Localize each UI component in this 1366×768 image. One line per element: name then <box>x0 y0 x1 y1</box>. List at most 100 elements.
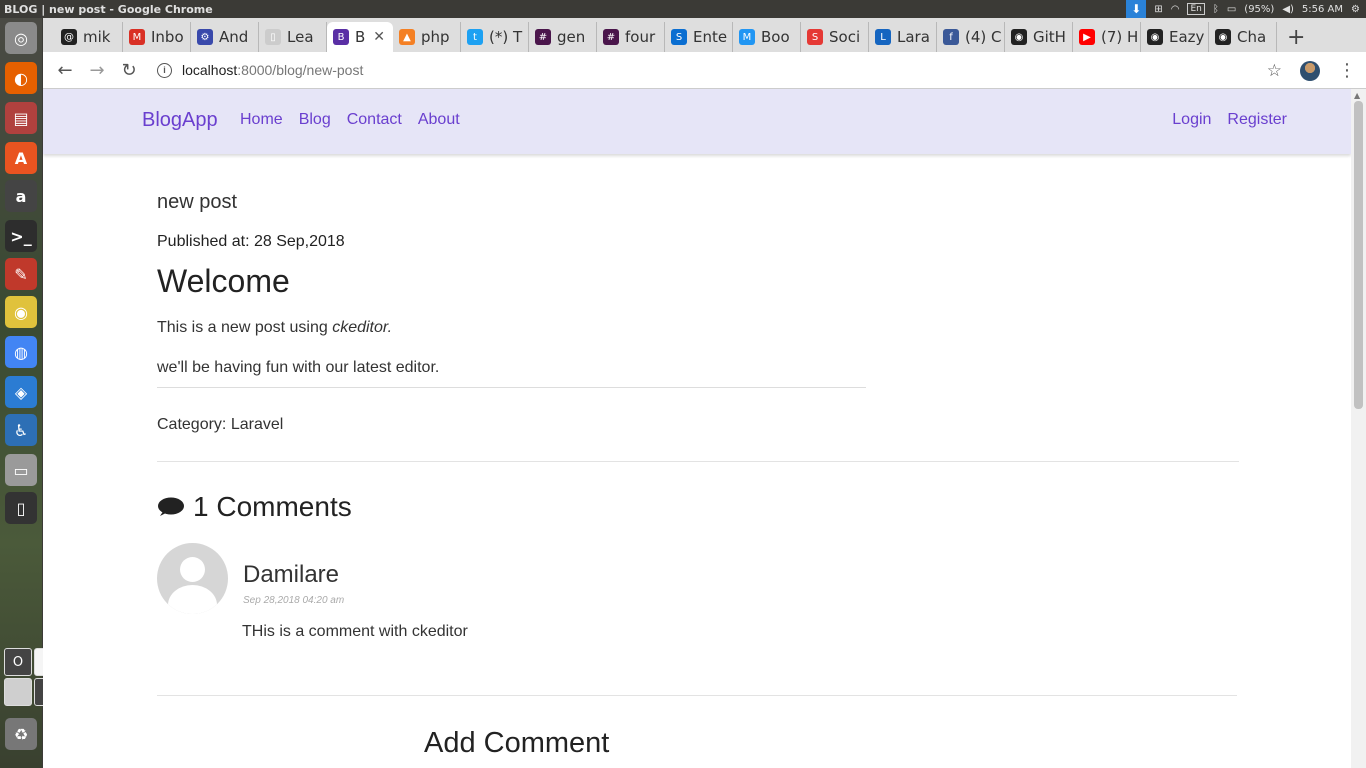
tab-label: And <box>219 28 249 46</box>
trash-icon[interactable]: ♻ <box>5 718 37 750</box>
browser-tab[interactable]: f (4) C <box>937 22 1005 52</box>
download-indicator-icon[interactable]: ⬇ <box>1126 0 1147 18</box>
tab-label: mik <box>83 28 111 46</box>
gear-icon[interactable]: ⚙ <box>1351 4 1360 15</box>
tab-favicon-icon: ▶ <box>1079 29 1095 45</box>
post-paragraph-1-text: This is a new post using <box>157 319 333 336</box>
nav-login[interactable]: Login <box>1172 111 1211 129</box>
workspace-1[interactable]: O <box>4 648 32 676</box>
comments-header: 1 Comments <box>157 491 352 523</box>
wifi-icon[interactable]: ◠ <box>1171 4 1180 15</box>
battery-icon[interactable]: ▭ <box>1227 4 1236 15</box>
settings-icon[interactable]: ✎ <box>5 258 37 290</box>
terminal-icon[interactable]: >_ <box>5 220 37 252</box>
nav-blog[interactable]: Blog <box>299 111 331 129</box>
site-brand[interactable]: BlogApp <box>142 109 218 132</box>
nav-register[interactable]: Register <box>1227 111 1287 129</box>
scroll-up-icon[interactable]: ▲ <box>1354 91 1360 100</box>
post-heading: Welcome <box>157 263 290 299</box>
volume-icon[interactable]: ◀) <box>1282 4 1294 15</box>
browser-tab[interactable]: M Boo <box>733 22 801 52</box>
profile-avatar[interactable] <box>1300 60 1320 81</box>
browser-tab[interactable]: L Lara <box>869 22 937 52</box>
tab-label: Eazy <box>1169 28 1205 46</box>
software-center-icon[interactable]: A <box>5 142 37 174</box>
disk-icon[interactable]: ◉ <box>5 296 37 328</box>
tab-favicon-icon: ⚙ <box>197 29 213 45</box>
new-tab-button[interactable]: + <box>1287 22 1305 52</box>
tab-favicon-icon: t <box>467 29 483 45</box>
url-host: localhost <box>182 62 238 78</box>
page-scrollbar[interactable]: ▲ <box>1351 89 1366 768</box>
tab-label: Inbo <box>151 28 184 46</box>
browser-tab[interactable]: ▶ (7) H <box>1073 22 1141 52</box>
browser-tab[interactable]: ▯ Lea <box>259 22 327 52</box>
site-nav: Home Blog Contact About <box>240 111 460 129</box>
files-icon[interactable]: ▤ <box>5 102 37 134</box>
nav-home[interactable]: Home <box>240 111 283 129</box>
tab-favicon-icon: @ <box>61 29 77 45</box>
workspace-3[interactable] <box>4 678 32 706</box>
chrome-icon[interactable]: ◍ <box>5 336 37 368</box>
accessibility-icon[interactable]: ♿ <box>5 414 37 446</box>
tab-label: php <box>421 28 450 46</box>
post-paragraph-2: we'll be having fun with our latest edit… <box>157 359 440 376</box>
bluetooth-icon[interactable]: ᛒ <box>1213 4 1219 15</box>
scroll-thumb[interactable] <box>1354 101 1363 409</box>
info-icon[interactable]: i <box>157 62 172 78</box>
close-tab-icon[interactable]: ✕ <box>373 29 385 45</box>
reload-button[interactable]: ↻ <box>113 54 145 86</box>
comment-bubble-icon <box>158 497 184 516</box>
page-viewport: BlogApp Home Blog Contact About Login Re… <box>43 89 1351 768</box>
drive-icon[interactable]: ▭ <box>5 454 37 486</box>
browser-tab[interactable]: @ mik <box>55 22 123 52</box>
browser-tab[interactable]: # gen <box>529 22 597 52</box>
nav-contact[interactable]: Contact <box>347 111 402 129</box>
divider <box>157 695 1237 696</box>
comments-count: 1 Comments <box>193 491 352 522</box>
window-title: BLOG | new post - Google Chrome <box>4 2 213 16</box>
tab-label: (7) H <box>1101 28 1139 46</box>
phone-icon[interactable]: ▯ <box>5 492 37 524</box>
tab-favicon-icon: ◉ <box>1215 29 1231 45</box>
dash-icon[interactable]: ◎ <box>5 22 37 54</box>
clock[interactable]: 5:56 AM <box>1302 4 1343 15</box>
browser-tab[interactable]: t (*) T <box>461 22 529 52</box>
tab-favicon-icon: ◉ <box>1011 29 1027 45</box>
browser-tab[interactable]: ▲ php <box>393 22 461 52</box>
post-paragraph-1: This is a new post using ckeditor. <box>157 319 392 337</box>
browser-tab[interactable]: ◉ Eazy <box>1141 22 1209 52</box>
avatar <box>157 543 228 614</box>
workspaces-icon[interactable]: ⊞ <box>1154 4 1162 15</box>
browser-tab[interactable]: ◉ Cha <box>1209 22 1277 52</box>
bookmark-star-icon[interactable]: ☆ <box>1267 61 1282 81</box>
browser-tab[interactable]: ⚙ And <box>191 22 259 52</box>
keyboard-layout[interactable]: En <box>1187 3 1205 15</box>
forward-button[interactable]: → <box>81 54 113 86</box>
browser-tab[interactable]: B B ✕ <box>327 22 393 52</box>
tab-favicon-icon: ◉ <box>1147 29 1163 45</box>
divider <box>157 387 866 388</box>
browser-tab[interactable]: S Soci <box>801 22 869 52</box>
tab-favicon-icon: # <box>603 29 619 45</box>
site-navbar: BlogApp Home Blog Contact About Login Re… <box>43 89 1351 154</box>
os-top-bar: BLOG | new post - Google Chrome ⬇ ⊞ ◠ En… <box>0 0 1366 18</box>
back-button[interactable]: ← <box>49 54 81 86</box>
auth-nav: Login Register <box>1172 111 1287 129</box>
amazon-icon[interactable]: a <box>5 180 37 212</box>
browser-tab[interactable]: ◉ GitH <box>1005 22 1073 52</box>
firefox-icon[interactable]: ◐ <box>5 62 37 94</box>
tab-label: Lara <box>897 28 930 46</box>
browser-tab[interactable]: M Inbo <box>123 22 191 52</box>
chrome-menu-icon[interactable]: ⋮ <box>1338 60 1356 81</box>
address-bar[interactable]: i localhost:8000/blog/new-post <box>157 62 363 78</box>
tab-label: four <box>625 28 656 46</box>
browser-tab[interactable]: S Ente <box>665 22 733 52</box>
nav-about[interactable]: About <box>418 111 460 129</box>
url-path: :8000/blog/new-post <box>237 62 364 78</box>
battery-percent: (95%) <box>1244 3 1275 15</box>
browser-tab[interactable]: # four <box>597 22 665 52</box>
post-title: new post <box>157 191 238 213</box>
comment-date: Sep 28,2018 04:20 am <box>243 595 345 606</box>
vscode-icon[interactable]: ◈ <box>5 376 37 408</box>
